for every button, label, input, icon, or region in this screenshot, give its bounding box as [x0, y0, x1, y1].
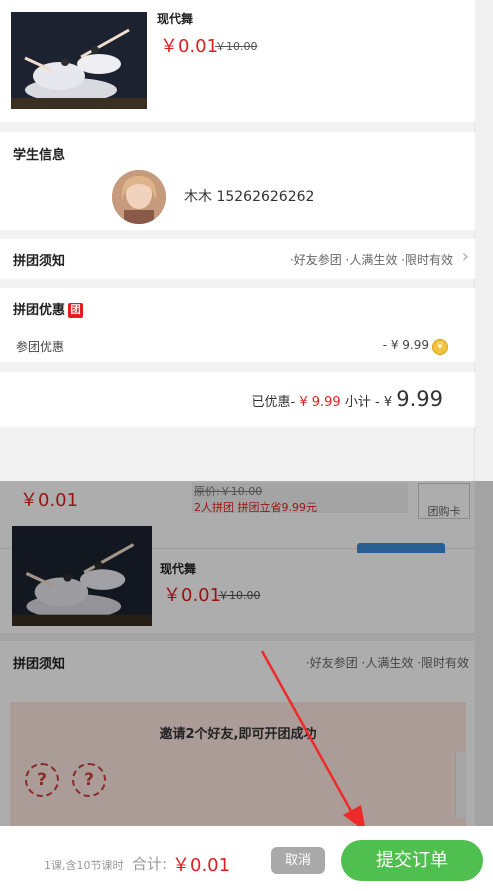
- course-thumbnail: [11, 12, 147, 109]
- coin-icon: ¥: [432, 339, 448, 355]
- group-discount-card: 拼团优惠团 参团优惠 - ¥ 9.99 ¥: [0, 288, 475, 362]
- group-tag-badge: 团: [68, 303, 84, 318]
- section-title-student: 学生信息: [13, 148, 66, 163]
- group-notice-card[interactable]: 拼团须知 ·好友参团 ·人满生效 ·限时有效 ›: [0, 239, 475, 279]
- group-notice-tags: ·好友参团 ·人满生效 ·限时有效: [289, 253, 453, 267]
- total-value: ￥0.01: [172, 855, 231, 876]
- section-title-group-notice: 拼团须知: [13, 254, 66, 269]
- discount-row-label: 参团优惠: [16, 340, 65, 354]
- group-discount-title: 拼团优惠: [13, 303, 66, 318]
- submit-label: 提交订单: [376, 850, 448, 871]
- avatar-icon: [112, 170, 166, 224]
- subtotal-value: 9.99: [396, 387, 443, 411]
- subtotal-label: 小计 - ¥: [344, 395, 393, 410]
- chevron-right-icon: ›: [461, 246, 469, 267]
- modal-overlay: [0, 481, 493, 826]
- cancel-label: 取消: [284, 853, 311, 868]
- dance-photo-icon: [11, 12, 147, 109]
- summary-line: 已优惠- ¥ 9.99 小计 - ¥ 9.99: [252, 387, 443, 411]
- summary-card: 已优惠- ¥ 9.99 小计 - ¥ 9.99: [0, 372, 475, 427]
- course-price: ￥0.01: [160, 36, 219, 57]
- student-info-card: 学生信息 木木 15262626262: [0, 132, 475, 230]
- course-name: 现代舞: [157, 12, 194, 26]
- cancel-button[interactable]: 取消: [271, 847, 325, 874]
- section-title-group-discount: 拼团优惠团: [13, 299, 84, 318]
- course-card: 现代舞 ￥0.01 ￥10.00: [0, 0, 475, 122]
- course-old-price: ￥10.00: [215, 40, 258, 53]
- discount-value: ¥ 9.99: [299, 395, 341, 410]
- lessons-info: 1课,含10节课时: [44, 859, 124, 872]
- student-name-phone: 木木 15262626262: [184, 189, 315, 205]
- total-label: 合计:: [132, 855, 168, 873]
- discount-row-value: - ¥ 9.99: [382, 338, 429, 352]
- avatar: [112, 170, 166, 224]
- discount-label: 已优惠-: [251, 395, 296, 410]
- bottom-bar: 1课,含10节课时 合计: ￥0.01 取消 提交订单: [0, 826, 493, 891]
- submit-order-button[interactable]: 提交订单: [341, 840, 483, 881]
